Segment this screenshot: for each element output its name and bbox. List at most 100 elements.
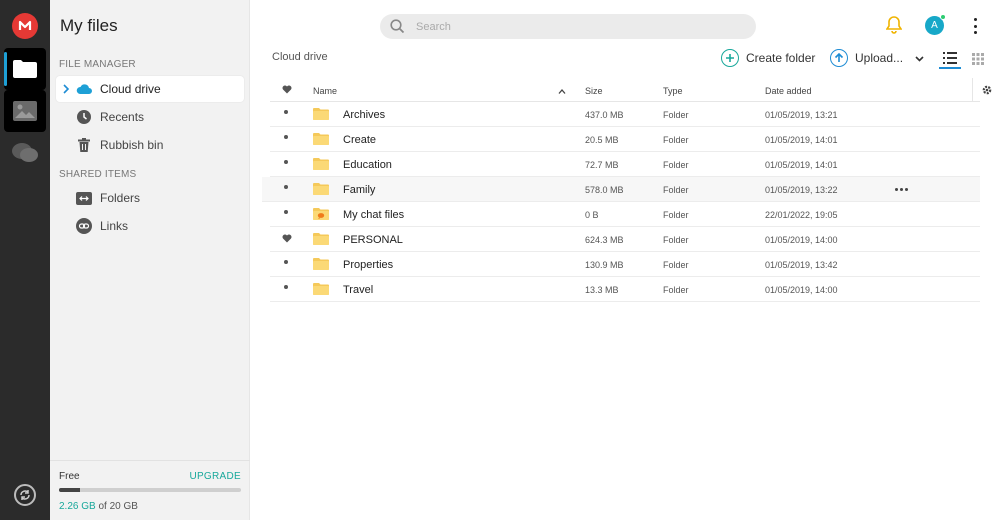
sidebar-item-shared-folders[interactable]: Folders	[56, 185, 244, 211]
storage-usage-text: 2.26 GB of 20 GB	[59, 501, 138, 512]
file-type: Folder	[663, 185, 689, 195]
file-size: 0 B	[585, 210, 599, 220]
storage-used-value: 2.26 GB	[59, 501, 96, 512]
favourite-dot[interactable]	[284, 285, 288, 289]
sidebar-item-label: Recents	[100, 110, 145, 124]
column-type[interactable]: Type	[663, 86, 683, 96]
file-size: 72.7 MB	[585, 160, 619, 170]
folder-icon	[313, 282, 329, 298]
avatar-initial: A	[931, 20, 938, 31]
favourite-dot[interactable]	[284, 260, 288, 264]
table-row[interactable]: Archives 437.0 MB Folder 01/05/2019, 13:…	[270, 102, 980, 127]
table-row[interactable]: Create 20.5 MB Folder 01/05/2019, 14:01	[270, 127, 980, 152]
folder-icon	[313, 157, 329, 173]
file-type: Folder	[663, 235, 689, 245]
folder-icon	[313, 232, 329, 248]
column-name[interactable]: Name	[313, 86, 337, 96]
sort-ascending-icon[interactable]	[558, 86, 566, 96]
file-date: 22/01/2022, 19:05	[765, 210, 838, 220]
table-row[interactable]: Education 72.7 MB Folder 01/05/2019, 14:…	[270, 152, 980, 177]
file-type: Folder	[663, 285, 689, 295]
row-more-options-icon[interactable]	[895, 188, 908, 191]
bell-icon[interactable]	[885, 16, 903, 39]
upload-arrow-icon	[830, 49, 848, 67]
search-input[interactable]	[416, 17, 736, 36]
file-name: Properties	[343, 259, 394, 271]
sidebar-item-cloud-drive[interactable]: Cloud drive	[56, 76, 244, 102]
sidebar: My files FILE MANAGER Cloud drive Recent…	[50, 0, 250, 520]
column-settings-gear-icon[interactable]	[972, 78, 1000, 102]
file-date: 01/05/2019, 14:01	[765, 135, 838, 145]
table-row[interactable]: Properties 130.9 MB Folder 01/05/2019, 1…	[270, 252, 980, 277]
breadcrumb[interactable]: Cloud drive	[272, 51, 328, 63]
sidebar-item-rubbish-bin[interactable]: Rubbish bin	[56, 132, 244, 158]
upload-button[interactable]: Upload...	[830, 48, 924, 68]
sidebar-item-label: Links	[100, 219, 129, 233]
rail-cloud-drive-button[interactable]	[4, 48, 46, 90]
shared-folder-icon	[76, 190, 92, 206]
file-type: Folder	[663, 110, 689, 120]
file-name: My chat files	[343, 209, 405, 221]
search-icon	[390, 19, 405, 39]
table-row[interactable]: Travel 13.3 MB Folder 01/05/2019, 14:00	[270, 277, 980, 302]
storage-progress-fill	[59, 488, 80, 492]
favourite-dot[interactable]	[284, 160, 288, 164]
table-row[interactable]: Family 578.0 MB Folder 01/05/2019, 13:22	[262, 177, 980, 202]
list-view-button[interactable]	[939, 49, 961, 69]
grid-view-button[interactable]	[968, 49, 988, 69]
cloud-icon	[76, 81, 92, 97]
rail-photos-button[interactable]	[4, 90, 46, 132]
file-type: Folder	[663, 210, 689, 220]
sidebar-item-links[interactable]: Links	[56, 213, 244, 239]
rail-active-indicator	[4, 52, 7, 86]
file-name: Family	[343, 184, 376, 196]
sidebar-item-label: Rubbish bin	[100, 138, 164, 152]
column-date-added[interactable]: Date added	[765, 86, 812, 96]
mega-logo-icon[interactable]	[12, 13, 38, 39]
more-menu-icon[interactable]	[970, 16, 980, 36]
folder-icon	[313, 182, 329, 198]
page-title: My files	[60, 16, 118, 35]
plan-label: Free	[59, 471, 80, 482]
file-date: 01/05/2019, 13:42	[765, 260, 838, 270]
file-size: 130.9 MB	[585, 260, 624, 270]
file-manager-heading: FILE MANAGER	[59, 59, 136, 70]
favourite-dot[interactable]	[284, 135, 288, 139]
file-name: Education	[343, 159, 392, 171]
sync-icon[interactable]	[14, 484, 36, 506]
file-date: 01/05/2019, 13:22	[765, 185, 838, 195]
favourite-column-heart-icon[interactable]	[282, 85, 292, 96]
sidebar-item-recents[interactable]: Recents	[56, 104, 244, 130]
favourite-dot[interactable]	[284, 210, 288, 214]
search-bar[interactable]	[380, 14, 756, 39]
upgrade-link[interactable]: UPGRADE	[189, 471, 241, 482]
folder-icon	[313, 132, 329, 148]
favourite-dot[interactable]	[284, 185, 288, 189]
file-type: Folder	[663, 160, 689, 170]
grid-view-icon	[972, 53, 984, 65]
table-row[interactable]: My chat files 0 B Folder 22/01/2022, 19:…	[270, 202, 980, 227]
file-date: 01/05/2019, 14:00	[765, 235, 838, 245]
file-date: 01/05/2019, 14:00	[765, 285, 838, 295]
link-icon	[76, 218, 92, 234]
favourite-dot[interactable]	[284, 110, 288, 114]
upload-label: Upload...	[855, 51, 904, 65]
table-header: Name Size Type Date added	[270, 80, 980, 102]
main-panel: A Cloud drive Create folder Upload... Na…	[250, 0, 1000, 520]
rail-chat-button[interactable]	[4, 132, 46, 174]
sidebar-item-label: Cloud drive	[100, 82, 161, 96]
file-size: 578.0 MB	[585, 185, 624, 195]
file-type: Folder	[663, 135, 689, 145]
chevron-down-icon[interactable]	[915, 51, 924, 65]
file-size: 624.3 MB	[585, 235, 624, 245]
create-folder-label: Create folder	[746, 51, 816, 65]
create-folder-button[interactable]: Create folder	[721, 48, 815, 68]
favourite-heart-icon[interactable]	[282, 234, 292, 246]
avatar[interactable]: A	[925, 14, 946, 35]
trash-icon	[76, 137, 92, 153]
storage-total-text: of 20 GB	[98, 501, 138, 512]
column-size[interactable]: Size	[585, 86, 603, 96]
file-name: Travel	[343, 284, 374, 296]
table-row[interactable]: PERSONAL 624.3 MB Folder 01/05/2019, 14:…	[270, 227, 980, 252]
list-view-icon	[943, 52, 957, 64]
